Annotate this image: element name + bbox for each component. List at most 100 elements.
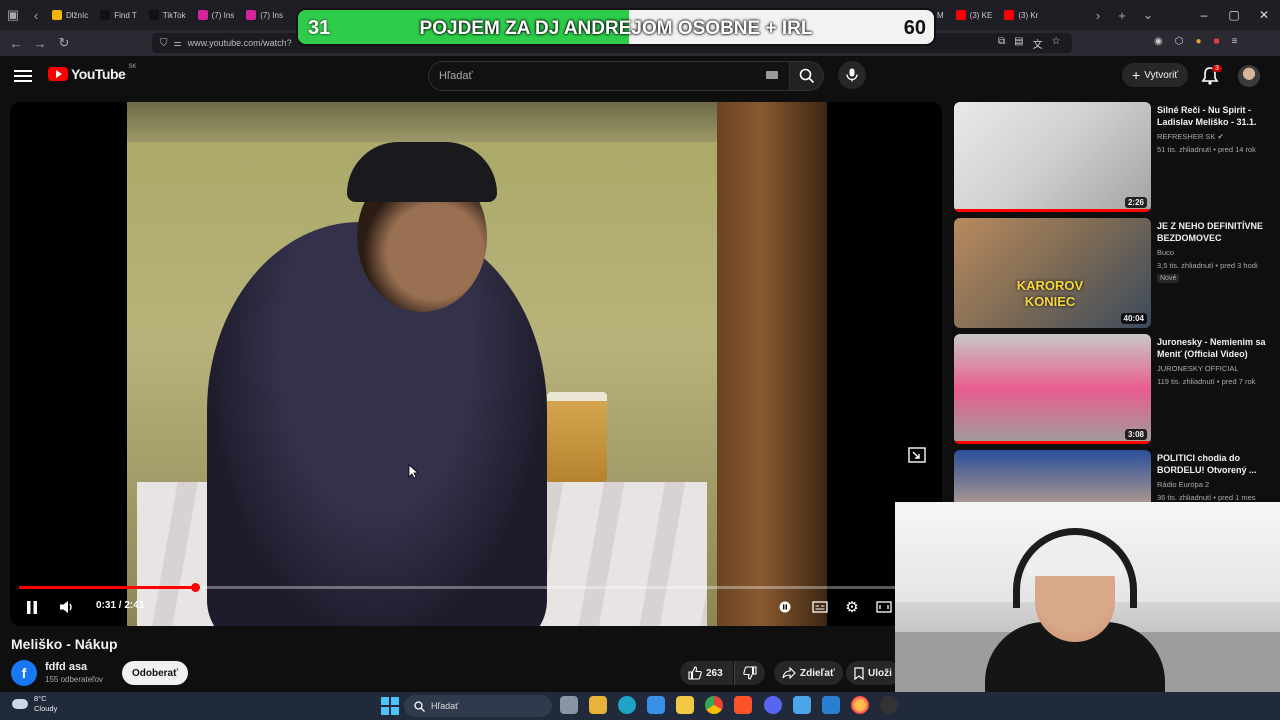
translate-icon[interactable]: 文 [1033, 36, 1043, 51]
snipping-tool-icon[interactable] [822, 696, 840, 714]
keyboard-icon[interactable] [766, 71, 778, 79]
instagram-icon [197, 10, 208, 20]
video-duration: 3:08 [1124, 429, 1147, 440]
subscriber-count: 155 odberateľov [45, 675, 103, 684]
recommended-video[interactable]: 2:26 Silné Reči - Nu Spirit - Ladislav Me… [954, 102, 1274, 212]
screenshot-icon[interactable]: ⧉ [998, 36, 1005, 51]
search-input[interactable]: Hľadať [428, 61, 790, 91]
notepad-icon[interactable] [793, 696, 811, 714]
extension-color-icon[interactable]: ● [1195, 36, 1201, 47]
recommended-video[interactable]: KAROROV KONIEC 40:04 JE Z NEHO DEFINITÍVNE… [954, 218, 1274, 328]
subtitles-button[interactable] [810, 596, 830, 618]
browser-tab[interactable]: (7) Ins [240, 4, 289, 26]
microphone-icon [846, 68, 858, 82]
create-button[interactable]: + Vytvoriť [1122, 63, 1189, 87]
store-icon[interactable] [589, 696, 607, 714]
volume-button[interactable] [56, 596, 78, 618]
firefox-icon[interactable] [851, 696, 869, 714]
task-view-icon[interactable] [560, 696, 578, 714]
windows-start-icon[interactable] [381, 697, 399, 715]
tiktok-icon [100, 10, 111, 20]
tab-list-icon[interactable]: ▣ [0, 3, 26, 27]
file-explorer-icon[interactable] [676, 696, 694, 714]
close-window-icon[interactable]: ✕ [1248, 0, 1280, 30]
recommended-video-channel[interactable]: Buco [1157, 248, 1275, 257]
subscribe-button[interactable]: Odoberať [122, 661, 188, 685]
account-icon[interactable]: ◉ [1154, 36, 1163, 47]
voice-search-button[interactable] [838, 61, 866, 89]
recommended-video-channel[interactable]: Rádio Europa 2 [1157, 480, 1275, 489]
bookmark-star-icon[interactable]: ☆ [1052, 36, 1061, 51]
back-icon[interactable]: ← [4, 31, 28, 55]
tab-overflow-icon[interactable]: ⌄ [1136, 3, 1160, 27]
miniplayer-icon[interactable] [908, 447, 926, 463]
current-time: 0:31 [96, 600, 117, 611]
obs-icon[interactable] [880, 696, 898, 714]
recommended-video-title[interactable]: Silné Reči - Nu Spirit - Ladislav Melišk… [1157, 104, 1275, 128]
watched-progress [954, 209, 1151, 212]
page-settings-icon[interactable]: ⚌ [174, 38, 182, 49]
video-thumbnail[interactable]: KAROROV KONIEC 40:04 [954, 218, 1151, 328]
browser-tab[interactable]: Find T [94, 4, 143, 26]
brave-icon[interactable] [734, 696, 752, 714]
menu-icon[interactable] [14, 67, 32, 85]
weather-widget[interactable]: 8°C Cloudy [12, 694, 57, 714]
tabs-scroll-left-icon[interactable]: ‹ [26, 3, 46, 27]
channel-avatar[interactable]: f [11, 660, 37, 686]
volume-icon [60, 601, 72, 613]
chrome-icon[interactable] [705, 696, 723, 714]
edge-icon[interactable] [618, 696, 636, 714]
recommended-video-title[interactable]: JE Z NEHO DEFINITÍVNE BEZDOMOVEC [1157, 220, 1275, 244]
like-button[interactable]: 263 [680, 661, 733, 685]
recommended-video[interactable]: 3:08 Juronesky - Nemienim sa Meniť (Offic… [954, 334, 1274, 444]
youtube-logo[interactable]: YouTube SK [48, 64, 137, 82]
minimize-icon[interactable]: – [1188, 0, 1220, 30]
youtube-header: YouTube SK Hľadať + Vytvoriť 3 [0, 56, 1280, 96]
progress-played [19, 586, 196, 589]
search-placeholder: Hľadať [439, 70, 473, 82]
search-button[interactable] [790, 61, 824, 91]
browser-menu-icon[interactable]: ≡ [1232, 36, 1238, 47]
browser-tab[interactable]: Dlžníc [46, 4, 94, 26]
video-player[interactable]: 0:31 / 2:41 ⚙ [10, 102, 942, 626]
video-progress-bar[interactable] [19, 583, 933, 592]
new-tab-icon[interactable]: + [1110, 3, 1134, 27]
maximize-icon[interactable]: ▢ [1218, 0, 1250, 30]
browser-tab[interactable]: TikTok [143, 4, 192, 26]
video-thumbnail[interactable]: 3:08 [954, 334, 1151, 444]
forward-icon[interactable]: → [28, 31, 52, 55]
recommended-video-title[interactable]: Juronesky - Nemienim sa Meniť (Official … [1157, 336, 1275, 360]
extensions-icon[interactable]: ⬡ [1175, 36, 1184, 47]
shield-icon[interactable]: ⛉ [160, 38, 168, 49]
save-button[interactable]: Uloži [846, 661, 900, 685]
extension-badge-icon[interactable]: ■ [1214, 36, 1220, 47]
screen: ▣ ‹ DlžnícFind TTikTok(7) Ins(7) InsBeas… [0, 0, 1280, 720]
settings-button[interactable]: ⚙ [842, 596, 862, 618]
browser-tab[interactable]: (3) KE [950, 4, 999, 26]
country-code: SK [128, 64, 137, 70]
recommended-video-channel[interactable]: REFRESHER SK ✔ [1157, 132, 1275, 141]
video-duration: 2:26 [1124, 197, 1147, 208]
dislike-button[interactable] [734, 661, 765, 685]
create-label: Vytvoriť [1144, 69, 1179, 81]
autoplay-toggle[interactable] [776, 596, 794, 618]
browser-tab[interactable]: (3) Kr [998, 4, 1044, 26]
theater-mode-button[interactable] [874, 596, 894, 618]
share-button[interactable]: Zdieľať [774, 661, 843, 685]
youtube-icon [955, 10, 966, 20]
reader-view-icon[interactable]: ▤ [1014, 36, 1023, 51]
user-avatar[interactable] [1238, 65, 1260, 87]
recommended-video-channel[interactable]: JURONESKY OFFICIAL [1157, 364, 1275, 373]
tabs-scroll-right-icon[interactable]: › [1088, 3, 1108, 27]
discord-icon[interactable] [764, 696, 782, 714]
channel-name[interactable]: fdfd asa [45, 661, 87, 673]
browser-tab[interactable]: (7) Ins [192, 4, 241, 26]
youtube-logo-text: YouTube [71, 66, 126, 82]
recommended-video-title[interactable]: POLITICI chodia do BORDELU! Otvorený ... [1157, 452, 1275, 476]
taskbar-search[interactable]: Hľadať [404, 695, 552, 717]
reload-icon[interactable]: ↻ [52, 31, 76, 55]
pause-button[interactable] [22, 596, 42, 618]
thumbs-up-icon [688, 666, 702, 680]
photos-icon[interactable] [647, 696, 665, 714]
video-thumbnail[interactable]: 2:26 [954, 102, 1151, 212]
